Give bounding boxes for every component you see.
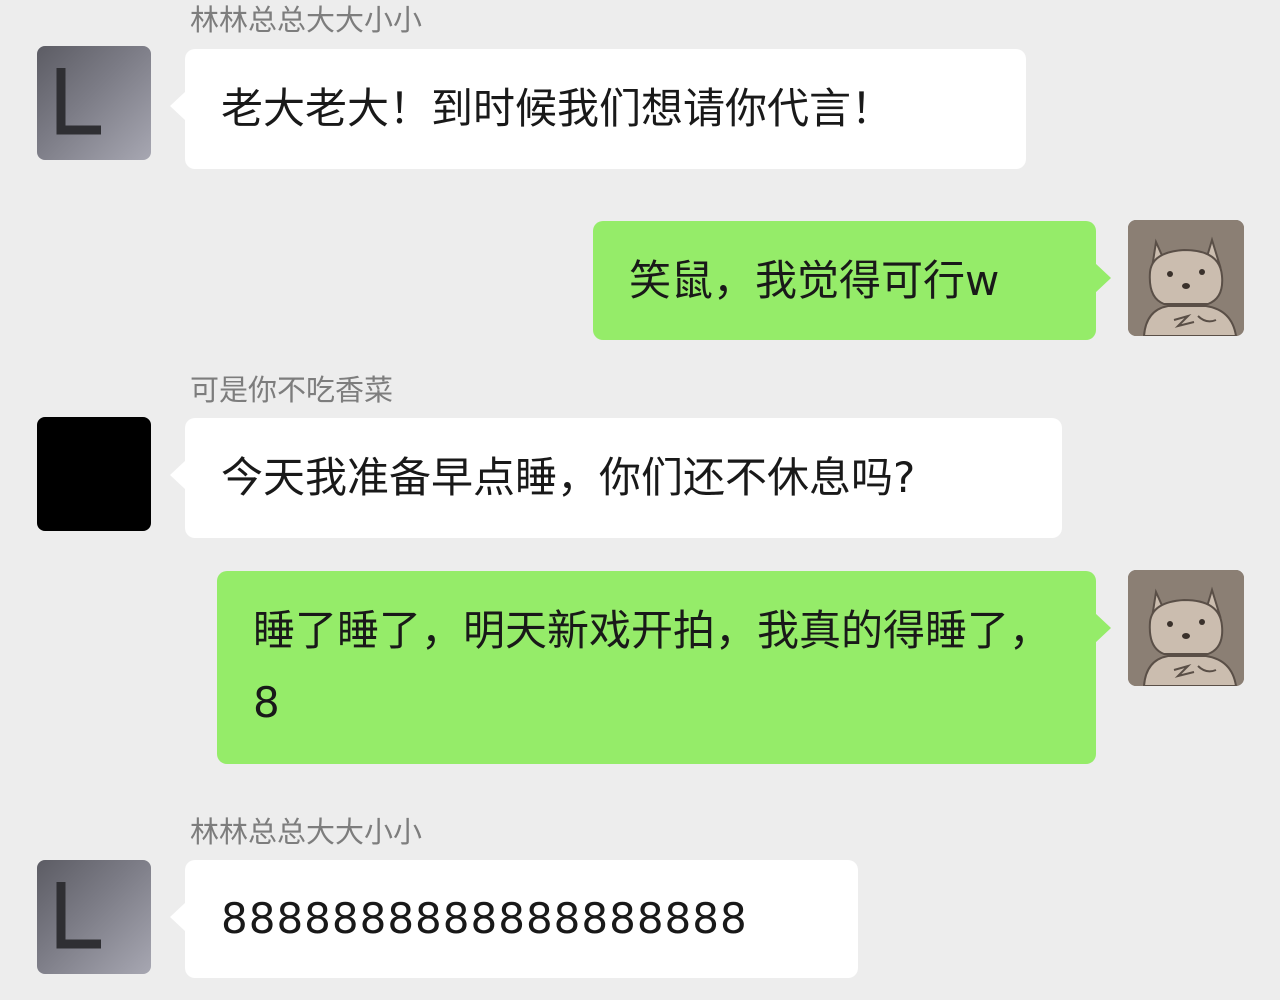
bear-avatar[interactable] (1128, 570, 1244, 686)
message-bubble-outgoing[interactable]: 笑鼠，我觉得可行w (593, 221, 1111, 340)
message-bubble-incoming[interactable]: 今天我准备早点睡，你们还不休息吗? (170, 418, 1062, 538)
message-bubble-incoming[interactable]: 老大老大！到时候我们想请你代言！ (170, 49, 1026, 169)
message-text: 老大老大！到时候我们想请你代言！ (221, 84, 894, 133)
message-text: 睡了睡了，明天新戏开拍，我真的得睡了，8 (253, 606, 1052, 727)
message-bubble-outgoing[interactable]: 睡了睡了，明天新戏开拍，我真的得睡了，8 (217, 571, 1111, 764)
sender-name: 林林总总大大小小 (190, 815, 423, 849)
letter-l-avatar[interactable] (37, 46, 151, 160)
letter-l-icon (56, 882, 101, 949)
sender-name: 可是你不吃香菜 (190, 373, 394, 407)
message-text: 8888888888888888888 (221, 894, 748, 943)
message-bubble-incoming[interactable]: 8888888888888888888 (170, 860, 858, 978)
bear-icon (1128, 220, 1244, 336)
letter-l-avatar[interactable] (37, 860, 151, 974)
bear-avatar[interactable] (1128, 220, 1244, 336)
message-text: 笑鼠，我觉得可行w (629, 256, 1000, 305)
sender-name: 林林总总大大小小 (190, 3, 423, 37)
letter-l-icon (56, 68, 101, 135)
bear-icon (1128, 570, 1244, 686)
black-avatar[interactable] (37, 417, 151, 531)
message-text: 今天我准备早点睡，你们还不休息吗? (221, 453, 916, 502)
